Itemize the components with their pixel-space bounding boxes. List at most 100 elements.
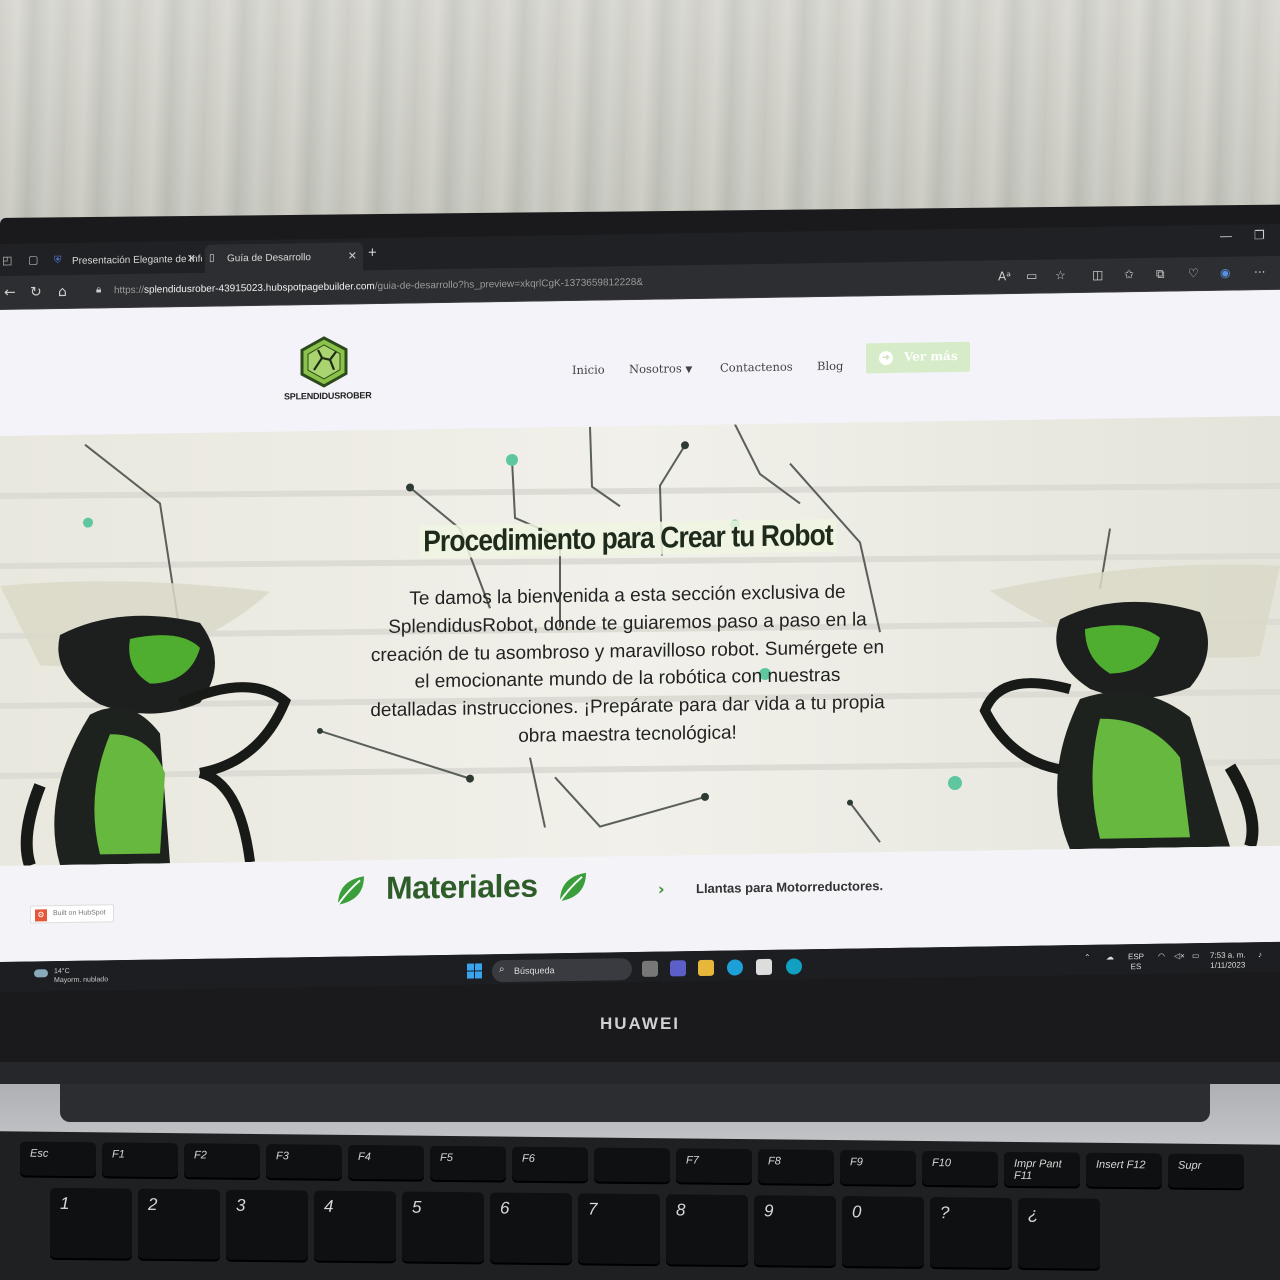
key-r2-1[interactable]: 2 [138, 1188, 220, 1260]
weather-widget[interactable]: 14°C Mayorm. nublado [34, 966, 108, 985]
close-tab-icon[interactable]: ✕ [348, 249, 357, 262]
key-label: 2 [148, 1194, 158, 1214]
key-r2-0[interactable]: 1 [50, 1187, 132, 1259]
tab-title: Guía de Desarrollo [227, 252, 311, 265]
show-hidden-icons-icon[interactable]: ⌃ [1084, 953, 1091, 963]
volume-muted-icon[interactable]: ◁× [1174, 951, 1185, 961]
browser-essentials-icon[interactable]: ♡ [1188, 266, 1199, 280]
key-r1-1[interactable]: F1 [102, 1142, 178, 1178]
key-label: 3 [236, 1195, 246, 1215]
nav-nosotros[interactable]: Nosotros ▼ [629, 361, 692, 376]
key-r1-7[interactable] [594, 1147, 670, 1183]
hubspot-badge[interactable]: ⚙ Built on HubSpot [30, 904, 114, 924]
file-explorer-icon[interactable] [698, 959, 714, 977]
split-screen-icon[interactable]: ◫ [1092, 268, 1103, 282]
key-r1-4[interactable]: F4 [348, 1144, 424, 1180]
restore-icon[interactable]: ❐ [1254, 228, 1265, 242]
clock[interactable]: 7:53 a. m. 1/11/2023 [1210, 950, 1246, 971]
key-r1-6[interactable]: F6 [512, 1146, 588, 1182]
key-label: F2 [194, 1149, 207, 1162]
hero-banner: Procedimiento para Crear tu Robot Te dam… [0, 415, 1280, 866]
hinge-notch [60, 1084, 1210, 1122]
chevron-down-icon: ▼ [685, 365, 693, 376]
key-label: F7 [686, 1154, 699, 1167]
store-icon[interactable] [756, 958, 772, 976]
key-label: 7 [588, 1199, 598, 1219]
notifications-bell-icon[interactable]: ♪ [1258, 950, 1262, 960]
key-r1-0[interactable]: Esc [20, 1141, 96, 1177]
refresh-icon[interactable]: ↻ [30, 284, 42, 300]
address-bar[interactable]: https://splendidusrober-43915023.hubspot… [114, 277, 643, 296]
taskbar-search[interactable]: ⌕ Búsqueda [492, 958, 632, 983]
key-label: F9 [850, 1156, 863, 1169]
battery-icon[interactable]: ▭ [1192, 951, 1200, 961]
key-r1-10[interactable]: F9 [840, 1150, 916, 1185]
key-r2-2[interactable]: 3 [226, 1189, 308, 1261]
key-r2-9[interactable]: 0 [842, 1196, 924, 1267]
task-view-icon[interactable] [642, 960, 658, 977]
windows-start-icon[interactable] [467, 963, 482, 979]
key-r1-8[interactable]: F7 [676, 1148, 752, 1184]
clock-time: 7:53 a. m. [1210, 950, 1246, 960]
chevron-right-icon[interactable]: › [658, 880, 665, 899]
key-r2-6[interactable]: 7 [578, 1193, 660, 1265]
back-arrow-icon[interactable]: ← [4, 285, 16, 301]
key-r1-13[interactable]: Insert F12 [1086, 1152, 1162, 1188]
nav-contactenos[interactable]: Contactenos [720, 360, 793, 375]
key-r1-11[interactable]: F10 [922, 1150, 998, 1186]
key-r2-4[interactable]: 5 [402, 1191, 484, 1263]
nav-blog[interactable]: Blog [817, 359, 843, 373]
key-r1-2[interactable]: F2 [184, 1143, 260, 1179]
leaf-icon [559, 872, 586, 902]
onedrive-icon[interactable]: ☁ [1106, 952, 1114, 962]
key-r1-12[interactable]: Impr Pant F11 [1004, 1151, 1080, 1187]
web-page: SPLENDIDUSROBER Inicio Nosotros ▼ Contac… [0, 289, 1280, 962]
tab-presentacion[interactable]: ⛨ Presentación Elegante de Inform ✕ [50, 245, 202, 275]
key-r1-14[interactable]: Supr [1168, 1153, 1244, 1189]
tab-actions-icon[interactable]: ▢ [28, 253, 38, 266]
key-label: F6 [522, 1152, 535, 1165]
keyboard: Esc F1 F2 F3 F4 F5 F6 F7 F8 F9 F10 Impr Pant F11 Ins… [0, 1131, 1280, 1280]
key-label: Esc [30, 1147, 49, 1160]
ver-mas-button[interactable]: ➜ Ver más [866, 341, 970, 374]
key-label: ? [940, 1203, 950, 1223]
url-path: /guia-de-desarrollo?hs_preview=xkqrlCgK-… [374, 276, 643, 293]
hero-description: Te damos la bienvenida a esta sección ex… [370, 581, 885, 747]
tab-guia-desarrollo[interactable]: ▯ Guía de Desarrollo ✕ [205, 242, 363, 273]
key-label: Supr [1178, 1159, 1202, 1172]
new-tab-icon[interactable]: + [368, 244, 377, 261]
key-r2-7[interactable]: 8 [666, 1194, 748, 1266]
mantis-logo-icon[interactable] [300, 336, 348, 389]
laptop-hinge [0, 1062, 1280, 1086]
immersive-reader-icon[interactable]: ▭ [1026, 269, 1037, 283]
key-r1-3[interactable]: F3 [266, 1144, 342, 1179]
collections-icon[interactable]: ⧉ [1156, 267, 1165, 282]
key-r2-10[interactable]: ? [930, 1197, 1012, 1268]
lang-bottom: ES [1130, 962, 1142, 972]
logo-wordmark[interactable]: SPLENDIDUSROBER [284, 390, 372, 401]
edge-browser-icon[interactable] [727, 959, 743, 976]
profile-avatar-icon[interactable]: ◉ [1220, 266, 1230, 280]
nav-inicio[interactable]: Inicio [572, 363, 605, 378]
home-icon[interactable]: ⌂ [58, 284, 67, 300]
favorite-star-icon[interactable]: ☆ [1055, 268, 1066, 282]
read-aloud-icon[interactable]: Aᵃ [998, 269, 1011, 283]
chat-icon[interactable] [670, 960, 686, 977]
arduino-icon[interactable] [786, 958, 802, 975]
key-r2-11[interactable]: ¿ [1018, 1197, 1100, 1269]
language-indicator[interactable]: ESP ES [1128, 952, 1144, 972]
key-r1-5[interactable]: F5 [430, 1145, 506, 1181]
wifi-icon[interactable]: ◠ [1158, 952, 1165, 962]
key-label: 8 [676, 1200, 686, 1220]
key-r1-9[interactable]: F8 [758, 1149, 834, 1185]
minimize-icon[interactable]: — [1220, 229, 1232, 243]
more-menu-icon[interactable]: ··· [1254, 265, 1265, 279]
key-r2-8[interactable]: 9 [754, 1195, 836, 1267]
key-label: 4 [324, 1196, 334, 1216]
key-r2-3[interactable]: 4 [314, 1190, 396, 1262]
workspaces-icon[interactable]: ◰ [2, 254, 12, 267]
close-tab-icon[interactable]: ✕ [187, 252, 196, 265]
search-label: Búsqueda [514, 965, 555, 976]
favorites-list-icon[interactable]: ✩ [1124, 267, 1134, 281]
key-r2-5[interactable]: 6 [490, 1192, 572, 1264]
